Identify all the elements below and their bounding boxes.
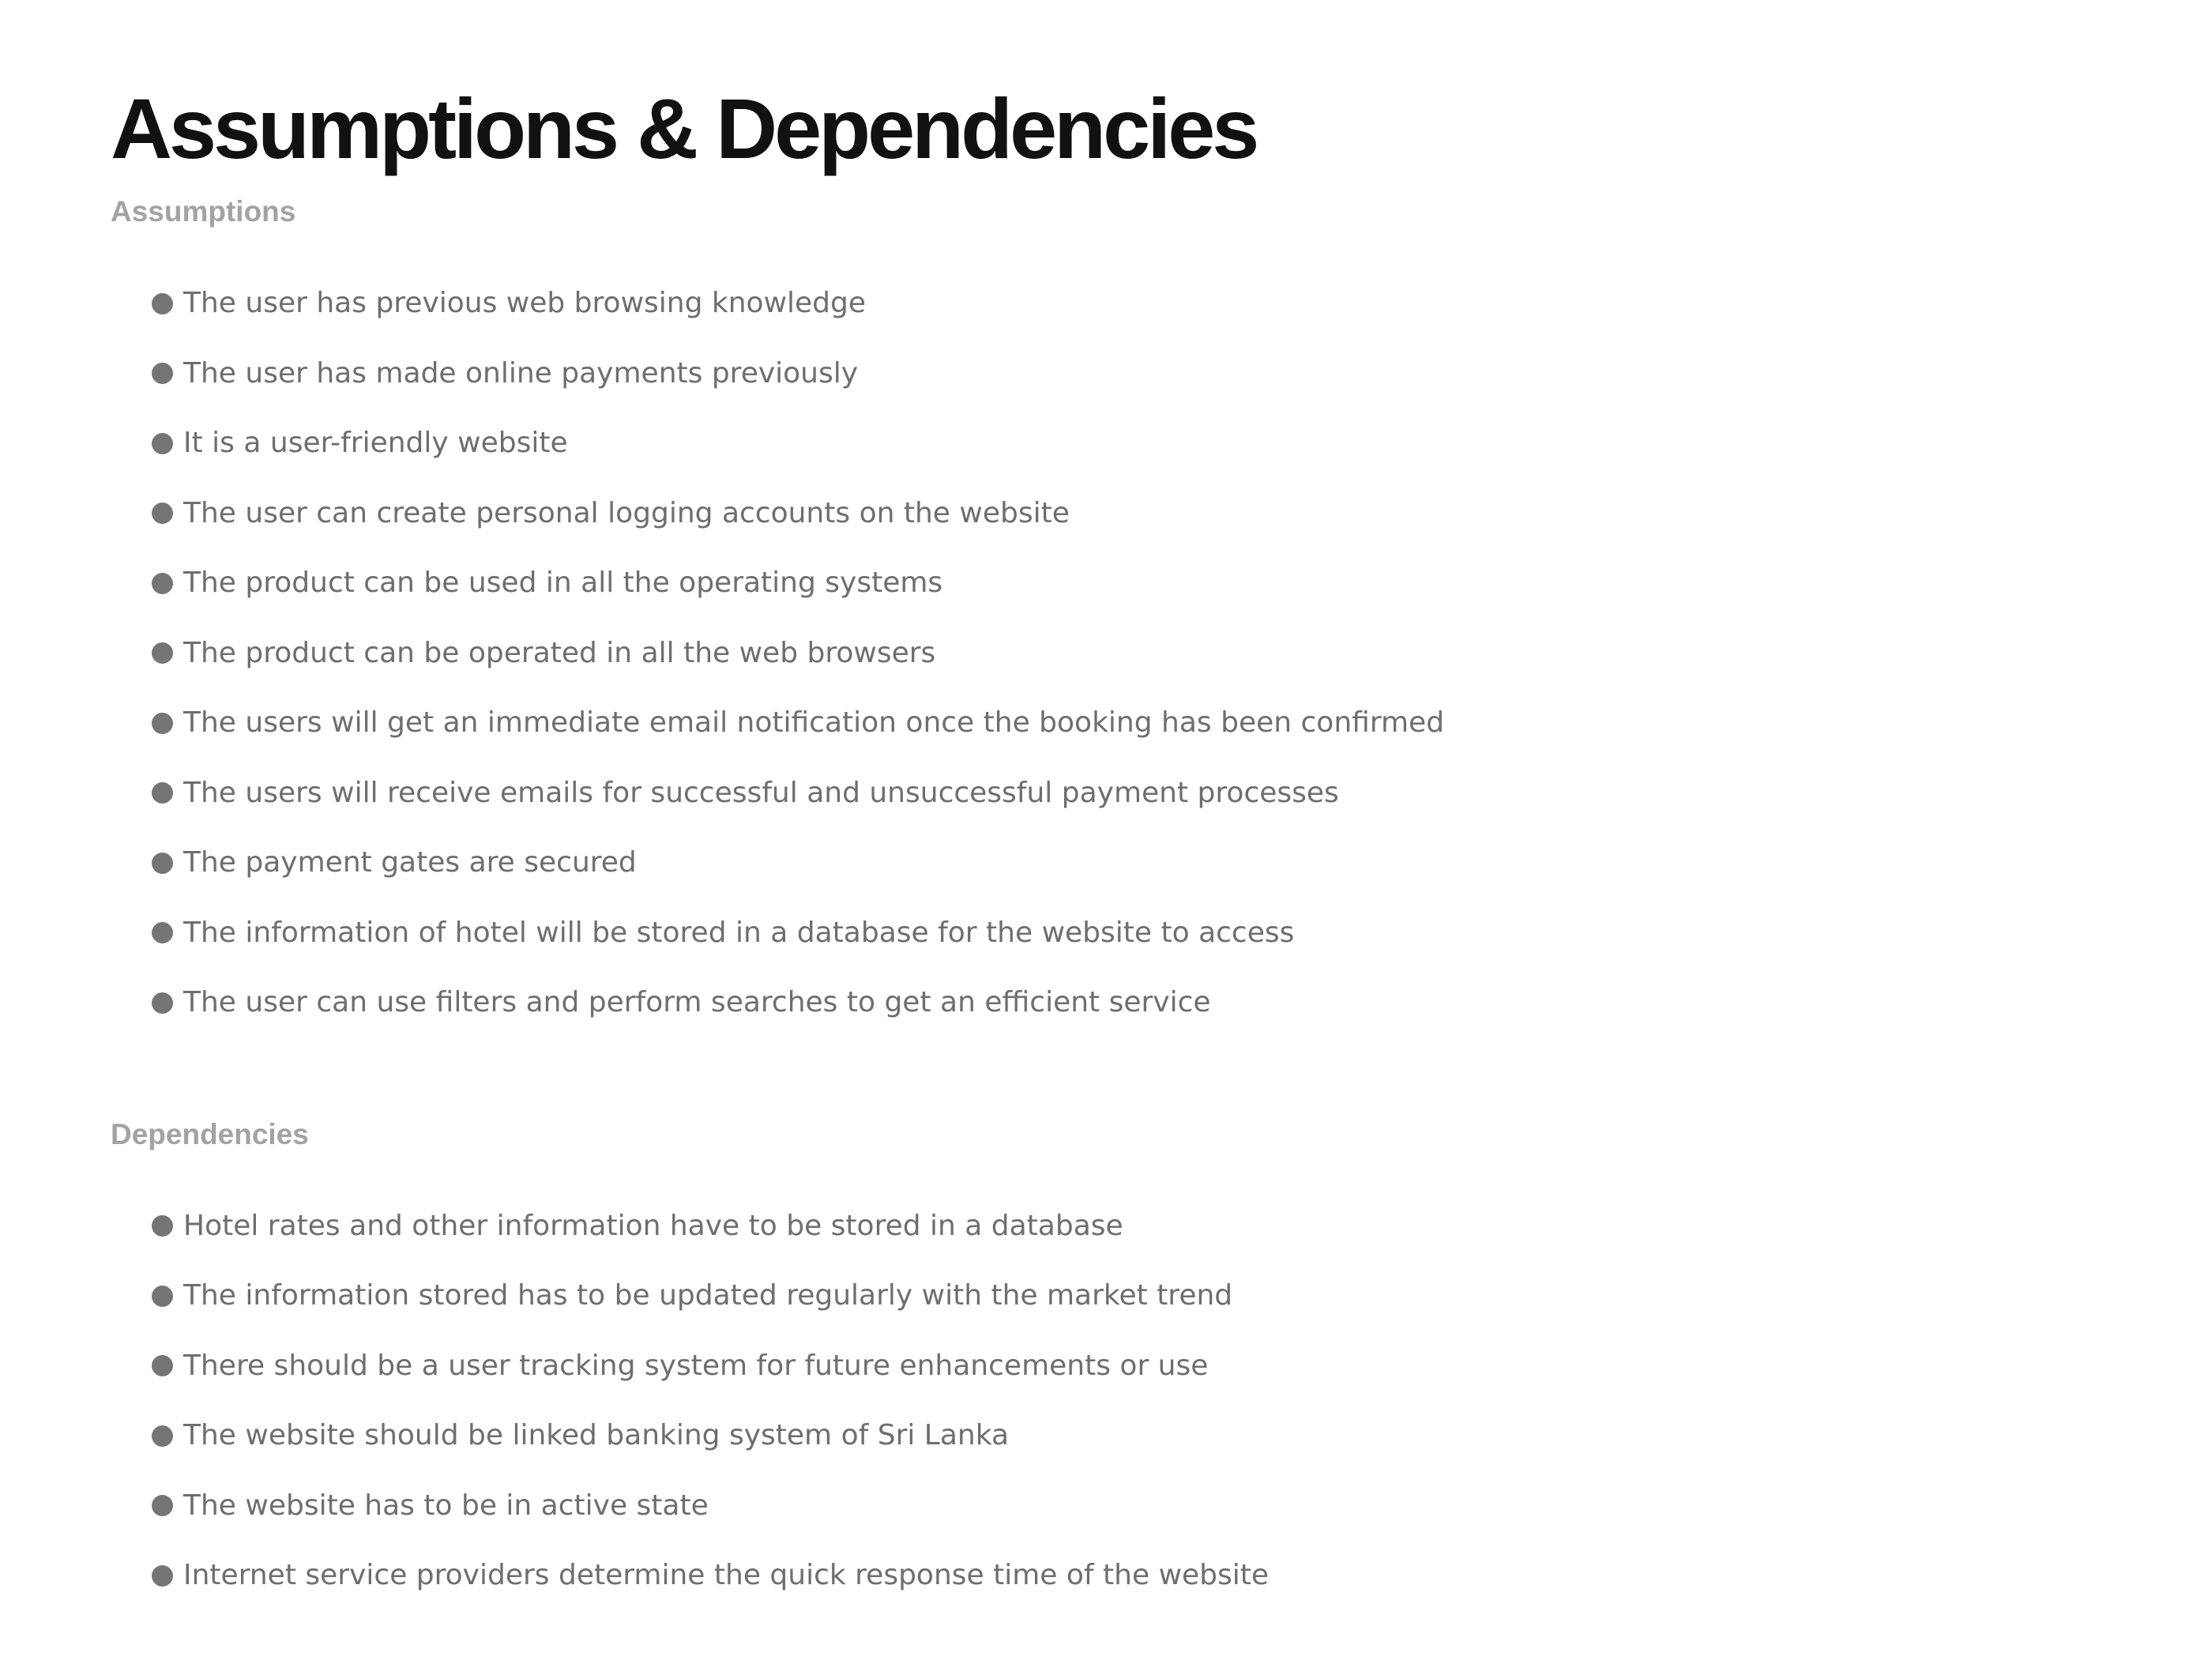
list-item-text: The website should be linked banking sys… (183, 1419, 1010, 1452)
list-item: The user can create personal logging acc… (152, 479, 2133, 549)
document-page: Assumptions & Dependencies Assumptions T… (111, 74, 2133, 1611)
list-item-text: The product can be operated in all the w… (183, 636, 936, 669)
list-item: The users will receive emails for succes… (152, 759, 2133, 829)
list-item: The website has to be in active state (152, 1471, 2133, 1542)
list-item: The user has previous web browsing knowl… (152, 269, 2133, 339)
bullet-icon (152, 572, 173, 594)
assumptions-list: The user has previous web browsing knowl… (111, 269, 2133, 1038)
list-item-text: Internet service providers determine the… (183, 1559, 1270, 1592)
list-item-text: The user can use filters and perform sea… (183, 986, 1211, 1019)
assumptions-heading: Assumptions (111, 195, 296, 228)
bullet-icon (152, 1564, 173, 1587)
list-item-text: It is a user-friendly website (183, 427, 568, 460)
bullet-icon (152, 712, 173, 734)
list-item: Internet service providers determine the… (152, 1541, 2133, 1611)
list-item-text: The product can be used in all the opera… (183, 567, 943, 600)
list-item-text: The users will get an immediate email no… (183, 706, 1445, 740)
list-item: The user has made online payments previo… (152, 339, 2133, 409)
bullet-icon (152, 1215, 173, 1237)
page-title: Assumptions & Dependencies (111, 81, 1259, 176)
list-item-text: The user has previous web browsing knowl… (183, 287, 867, 320)
list-item-text: Hotel rates and other information have t… (183, 1209, 1123, 1242)
list-item: The user can use filters and perform sea… (152, 968, 2133, 1038)
list-item: The product can be operated in all the w… (152, 619, 2133, 689)
bullet-icon (152, 1355, 173, 1377)
list-item: The product can be used in all the opera… (152, 548, 2133, 619)
bullet-icon (152, 1285, 173, 1307)
dependencies-list: Hotel rates and other information have t… (111, 1192, 2133, 1611)
list-item: There should be a user tracking system f… (152, 1331, 2133, 1402)
list-item-text: The information of hotel will be stored … (183, 916, 1295, 949)
bullet-icon (152, 503, 173, 525)
bullet-icon (152, 642, 173, 664)
list-item: Hotel rates and other information have t… (152, 1192, 2133, 1262)
list-item-text: The payment gates are secured (183, 846, 637, 879)
bullet-icon (152, 432, 173, 454)
list-item: The information stored has to be updated… (152, 1261, 2133, 1331)
dependencies-heading: Dependencies (111, 1117, 309, 1150)
bullet-icon (152, 782, 173, 804)
list-item-text: The users will receive emails for succes… (183, 776, 1339, 809)
bullet-icon (152, 292, 173, 314)
bullet-icon (152, 852, 173, 874)
list-item: The payment gates are secured (152, 828, 2133, 898)
list-item: The users will get an immediate email no… (152, 688, 2133, 759)
list-item-text: The information stored has to be updated… (183, 1279, 1233, 1312)
bullet-icon (152, 363, 173, 385)
bullet-icon (152, 992, 173, 1014)
list-item-text: The user has made online payments previo… (183, 356, 859, 390)
list-item-text: The website has to be in active state (183, 1489, 709, 1522)
bullet-icon (152, 922, 173, 944)
list-item: The website should be linked banking sys… (152, 1401, 2133, 1471)
list-item: The information of hotel will be stored … (152, 898, 2133, 969)
list-item: It is a user-friendly website (152, 408, 2133, 479)
list-item-text: The user can create personal logging acc… (183, 496, 1070, 529)
bullet-icon (152, 1495, 173, 1517)
list-item-text: There should be a user tracking system f… (183, 1349, 1209, 1382)
bullet-icon (152, 1425, 173, 1447)
